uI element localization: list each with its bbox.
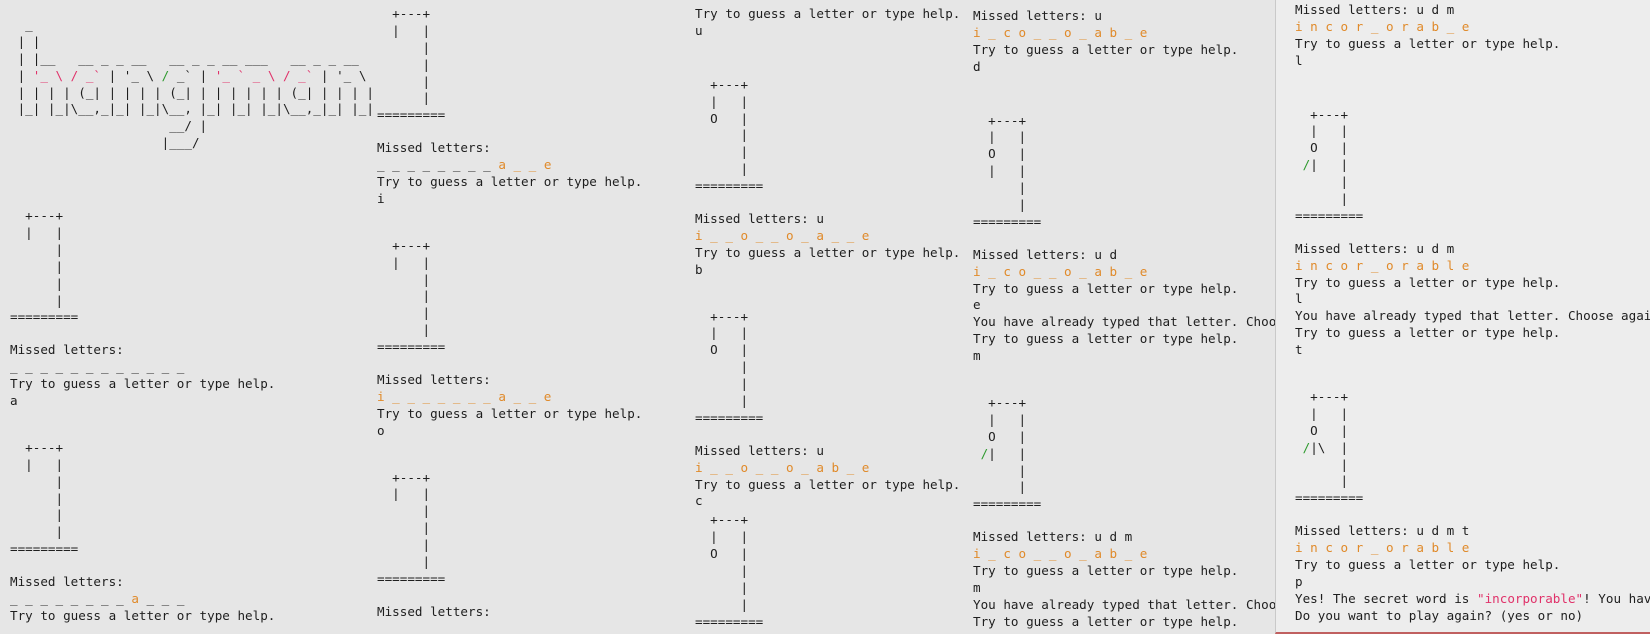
terminal-panel-5: Missed letters: u d m i n c o r _ o r a … (1275, 0, 1650, 634)
terminal-panel-1: _ | | | |__ __ _ _ __ __ _ _ __ ___ __ _… (10, 0, 374, 634)
user-input: e (973, 297, 981, 313)
prompt-text: Try to guess a letter or type help. (1295, 557, 1561, 573)
logo-line: | '_ \ / _` | '_ \ / _` | '_ ` _ \ / _` … (10, 67, 367, 83)
word-progress: i _ c o _ _ o _ a b _ e (973, 24, 1148, 40)
gallows-art: +---+ | | | | | | ========= (377, 469, 446, 586)
prompt-text: Try to guess a letter or type help. (10, 607, 276, 623)
terminal-panel-3: Try to guess a letter or type help. u +-… (695, 0, 965, 634)
missed-letters: Missed letters: u d (973, 246, 1118, 262)
user-input: l (1295, 52, 1303, 68)
logo-line: _ (10, 17, 33, 32)
word-progress: _ _ _ _ _ _ _ _ _ _ _ _ (10, 359, 185, 375)
gallows-art: +---+ | | | | | | ========= (10, 439, 79, 557)
missed-letters: Missed letters: (377, 372, 491, 388)
gallows-art: +---+ | | | | | | ========= (10, 208, 79, 325)
prompt-text: Try to guess a letter or type help. (1295, 35, 1561, 51)
logo-line: |___/ (10, 135, 200, 151)
prompt-text: Try to guess a letter or type help. (377, 174, 643, 190)
word-progress: i _ _ o _ _ o _ a b _ e (695, 459, 870, 475)
gallows-art: +---+ | | O | /|\ | | | ========= (1295, 389, 1364, 506)
gallows-art: +---+ | | | | | | ========= (377, 6, 446, 123)
missed-letters: Missed letters: u d m t (1295, 523, 1470, 539)
win-message: Yes! The secret word is "incorporable"! … (1295, 590, 1650, 606)
missed-letters: Missed letters: (377, 140, 491, 156)
user-input: t (1295, 342, 1303, 358)
word-progress: i _ _ o _ _ o _ a _ _ e (695, 227, 870, 243)
gallows-art: +---+ | | O | | | | ========= (695, 308, 764, 425)
word-progress: _ _ _ _ _ _ _ _ a _ _ e (377, 157, 552, 173)
word-progress: _ _ _ _ _ _ _ _ a _ _ _ (10, 591, 185, 607)
prompt-text: Try to guess a letter or type help. (1295, 325, 1561, 341)
prompt-text: Try to guess a letter or type help. (377, 405, 643, 421)
prompt-text: Try to guess a letter or type help. (695, 6, 961, 21)
word-progress: i n c o r _ o r a b _ e (1295, 18, 1470, 34)
prompt-text: Try to guess a letter or type help. (695, 244, 961, 260)
missed-letters: Missed letters: u (973, 8, 1102, 23)
prompt-text: Try to guess a letter or type help. (973, 613, 1239, 629)
user-input: i (377, 190, 385, 206)
prompt-text: Try to guess a letter or type help. (973, 280, 1239, 296)
word-progress: i _ _ _ _ _ _ _ a _ _ e (377, 388, 552, 404)
gallows-art: +---+ | | O | | | | | ========= (973, 112, 1042, 229)
missed-letters: Missed letters: (10, 574, 124, 590)
gallows-art: +---+ | | O | | | | ========= (695, 76, 764, 194)
user-input: o (377, 422, 385, 438)
missed-letters: Missed letters: (377, 603, 491, 619)
user-input: a (10, 393, 18, 409)
missed-letters: Missed letters: u (695, 211, 824, 227)
hangman-logo: _ | | | |__ __ _ _ __ __ _ _ __ ___ __ _… (10, 17, 374, 152)
prompt-text: Try to guess a letter or type help. (1295, 274, 1561, 290)
prompt-text: Try to guess a letter or type help. (973, 331, 1239, 347)
user-input: m (973, 579, 981, 595)
word-progress: i n c o r _ o r a b l e (1295, 257, 1470, 273)
gallows-art: +---+ | | O | /| | | | ========= (973, 395, 1042, 512)
terminal-panel-2: +---+ | | | | | | ========= Missed lette… (377, 0, 677, 634)
missed-letters: Missed letters: (10, 342, 124, 358)
play-again-prompt: Do you want to play again? (yes or no) (1295, 607, 1584, 623)
missed-letters: Missed letters: u d m (1295, 240, 1455, 256)
user-input: c (695, 493, 703, 509)
already-typed-message: You have already typed that letter. Choo… (1295, 308, 1650, 324)
user-input: l (1295, 291, 1303, 307)
user-input: b (695, 261, 703, 277)
missed-letters: Missed letters: u (695, 442, 824, 458)
word-progress: i n c o r _ o r a b l e (1295, 540, 1470, 556)
word-progress: i _ c o _ _ o _ a b _ e (973, 263, 1148, 279)
prompt-text: Try to guess a letter or type help. (973, 563, 1239, 579)
prompt-text: Try to guess a letter or type help. (973, 41, 1239, 57)
logo-line: | |__ __ _ _ __ __ _ _ __ ___ __ _ _ __ (10, 50, 359, 66)
logo-line: | | | | (_| | | | | (_| | | | | | | (_| … (10, 84, 374, 100)
word-progress: i _ c o _ _ o _ a b _ e (973, 546, 1148, 562)
missed-letters: Missed letters: u d m (973, 529, 1133, 545)
user-input: m (973, 348, 981, 364)
missed-letters: Missed letters: u d m (1295, 2, 1455, 17)
logo-line: |_| |_|\__,_|_| |_|\__, |_| |_| |_|\__,_… (10, 101, 374, 117)
prompt-text: Try to guess a letter or type help. (695, 476, 961, 492)
logo-line: __/ | (10, 118, 208, 134)
logo-line: | | (10, 33, 41, 49)
gallows-art: +---+ | | O | | | | ========= (695, 512, 764, 629)
gallows-art: +---+ | | O | /| | | | ========= (1295, 106, 1364, 223)
user-input: d (973, 58, 981, 74)
already-typed-message: You have already typed that letter. Choo… (973, 314, 1292, 330)
gallows-art: +---+ | | | | | | ========= (377, 237, 446, 355)
user-input: p (1295, 573, 1303, 589)
user-input: u (695, 22, 703, 38)
terminal-panel-4: Missed letters: u i _ c o _ _ o _ a b _ … (973, 0, 1292, 634)
already-typed-message: You have already typed that letter. Choo… (973, 596, 1292, 612)
prompt-text: Try to guess a letter or type help. (10, 376, 276, 392)
